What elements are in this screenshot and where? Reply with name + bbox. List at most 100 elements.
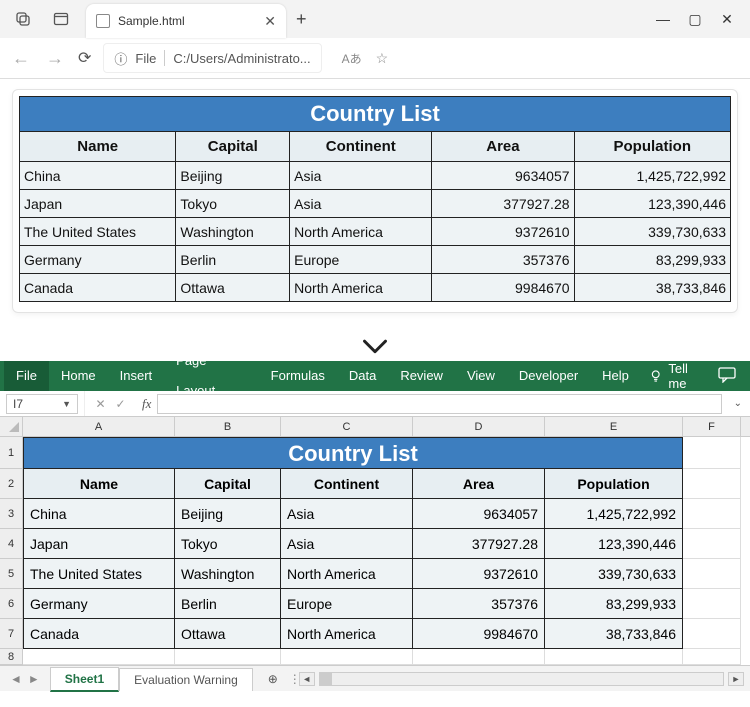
url-path: C:/Users/Administrato... [173, 51, 310, 66]
window-controls: — ▢ ✕ [654, 11, 746, 28]
col-header[interactable]: E [545, 417, 683, 436]
ribbon-tab-insert[interactable]: Insert [108, 361, 165, 391]
excel-row: CanadaOttawaNorth America998467038,733,8… [23, 619, 683, 649]
cells-area[interactable]: Country List Name Capital Continent Area… [23, 437, 750, 665]
row-header[interactable]: 3 [0, 499, 22, 529]
excel-row: JapanTokyoAsia377927.28123,390,446 [23, 529, 683, 559]
col-capital: Capital [176, 132, 290, 162]
name-box-dropdown-icon[interactable]: ▼ [62, 399, 71, 409]
horizontal-scrollbar: ⋮ ◄ ► [283, 672, 750, 686]
col-header[interactable]: A [23, 417, 175, 436]
col-header[interactable]: F [683, 417, 741, 436]
row-header[interactable]: 6 [0, 589, 22, 619]
ribbon-tab-review[interactable]: Review [388, 361, 455, 391]
row-header[interactable]: 7 [0, 619, 22, 649]
minimize-button[interactable]: — [654, 11, 672, 28]
table-row: JapanTokyoAsia377927.28123,390,446 [20, 190, 731, 218]
url-box[interactable]: ⓘ File C:/Users/Administrato... [103, 43, 321, 73]
address-bar: ← → ⟳ ⓘ File C:/Users/Administrato... Aあ… [0, 38, 750, 78]
ribbon-tab-help[interactable]: Help [590, 361, 641, 391]
address-bar-actions: Aあ ☆ [342, 50, 389, 67]
scroll-thumb[interactable] [320, 673, 332, 685]
country-table-html: Country List Name Capital Continent Area… [19, 96, 731, 302]
formula-controls: ✕ ✓ [84, 391, 136, 416]
favorite-icon[interactable]: ☆ [376, 50, 389, 67]
col-population: Population [574, 132, 730, 162]
scroll-track[interactable] [319, 672, 724, 686]
row-header[interactable]: 8 [0, 649, 22, 665]
back-button[interactable]: ← [10, 48, 32, 69]
table-title: Country List [20, 97, 731, 132]
tab-actions-icon[interactable] [14, 10, 32, 28]
url-divider [164, 50, 165, 66]
excel-ribbon: File Home Insert Page Layout Formulas Da… [0, 361, 750, 391]
table-row: CanadaOttawaNorth America998467038,733,8… [20, 274, 731, 302]
info-icon[interactable]: ⓘ [114, 49, 127, 68]
chevron-down-separator [0, 331, 750, 361]
scroll-split-handle[interactable]: ⋮ [289, 672, 295, 686]
page-frame: Country List Name Capital Continent Area… [12, 89, 738, 313]
workspaces-icon[interactable] [52, 10, 70, 28]
excel-grid: 1 2 3 4 5 6 7 8 A B C D E F [0, 417, 750, 665]
close-window-button[interactable]: ✕ [718, 11, 736, 28]
page-icon [96, 14, 110, 28]
sheet-tab-bar: ◄ ► Sheet1 Evaluation Warning ⊕ ⋮ ◄ ► [0, 665, 750, 691]
tab-close-icon[interactable]: ✕ [264, 13, 276, 30]
cancel-formula-icon[interactable]: ✕ [95, 397, 105, 411]
refresh-button[interactable]: ⟳ [78, 48, 91, 68]
col-header[interactable]: C [281, 417, 413, 436]
name-box[interactable]: I7 ▼ [6, 394, 78, 414]
table-row: GermanyBerlinEurope35737683,299,933 [20, 246, 731, 274]
country-table-excel: Country List Name Capital Continent Area… [23, 437, 683, 649]
ribbon-tab-home[interactable]: Home [49, 361, 108, 391]
formula-input[interactable] [157, 394, 721, 414]
col-area: Area [432, 132, 574, 162]
maximize-button[interactable]: ▢ [686, 11, 704, 28]
row-header[interactable]: 1 [0, 437, 22, 469]
ribbon-tab-view[interactable]: View [455, 361, 507, 391]
ribbon-tab-formulas[interactable]: Formulas [259, 361, 337, 391]
excel-table-header: Name Capital Continent Area Population [23, 469, 683, 499]
row-header[interactable]: 5 [0, 559, 22, 589]
ribbon-tab-developer[interactable]: Developer [507, 361, 590, 391]
accept-formula-icon[interactable]: ✓ [116, 397, 126, 411]
col-continent: Continent [290, 132, 432, 162]
sheet-nav-prev-icon[interactable]: ◄ [10, 672, 22, 686]
lightbulb-icon [649, 369, 662, 383]
forward-button: → [44, 48, 66, 69]
excel-row: The United StatesWashingtonNorth America… [23, 559, 683, 589]
table-row: ChinaBeijingAsia96340571,425,722,992 [20, 162, 731, 190]
sheet-nav: ◄ ► [0, 672, 50, 686]
tab-title: Sample.html [118, 14, 185, 28]
browser-viewport: Country List Name Capital Continent Area… [0, 79, 750, 331]
col-header[interactable]: D [413, 417, 545, 436]
row-header[interactable]: 4 [0, 529, 22, 559]
excel-table-title[interactable]: Country List [23, 437, 683, 469]
browser-tab-active[interactable]: Sample.html ✕ [86, 4, 286, 38]
scroll-right-icon[interactable]: ► [728, 672, 744, 686]
column-headers: A B C D E F [23, 417, 750, 437]
sheet-tab-sheet1[interactable]: Sheet1 [50, 667, 119, 692]
excel-row: ChinaBeijingAsia96340571,425,722,992 [23, 499, 683, 529]
sheet-nav-next-icon[interactable]: ► [28, 672, 40, 686]
sheet-tab-evaluation-warning[interactable]: Evaluation Warning [119, 668, 253, 691]
excel-row: GermanyBerlinEurope35737683,299,933 [23, 589, 683, 619]
row-header[interactable]: 2 [0, 469, 22, 499]
col-header[interactable]: B [175, 417, 281, 436]
reader-mode-icon[interactable]: Aあ [342, 50, 362, 67]
ribbon-tab-data[interactable]: Data [337, 361, 388, 391]
name-box-value: I7 [13, 397, 23, 411]
add-sheet-button[interactable]: ⊕ [263, 669, 283, 689]
grid-body[interactable]: A B C D E F Country List [23, 417, 750, 665]
ribbon-tab-file[interactable]: File [4, 361, 49, 391]
select-all-corner[interactable] [0, 417, 22, 437]
scroll-left-icon[interactable]: ◄ [299, 672, 315, 686]
tell-me-label: Tell me [668, 361, 708, 391]
comments-icon[interactable] [708, 367, 746, 386]
row-headers: 1 2 3 4 5 6 7 8 [0, 417, 23, 665]
formula-expand-icon[interactable]: ⌄ [726, 398, 750, 409]
new-tab-button[interactable]: + [296, 9, 307, 30]
tell-me-search[interactable]: Tell me [649, 361, 708, 391]
fx-label[interactable]: fx [136, 396, 157, 412]
url-scheme-label: File [135, 51, 156, 66]
